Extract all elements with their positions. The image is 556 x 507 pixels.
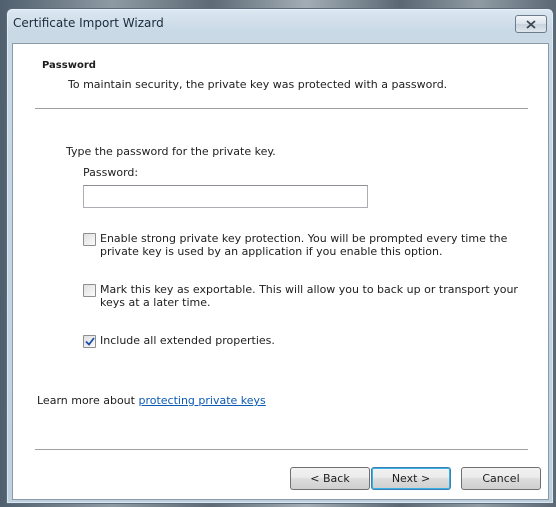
password-label: Password: [83,166,139,179]
check-mark-icon [84,337,95,346]
wizard-header: Password To maintain security, the priva… [13,44,548,108]
exportable-label[interactable]: Mark this key as exportable. This will a… [100,283,540,309]
footer-divider [35,449,528,451]
exportable-checkbox[interactable] [83,284,96,297]
learn-more-text: Learn more about protecting private keys [37,394,266,407]
strong-protection-checkbox[interactable] [83,233,96,246]
page-title: Password [42,60,96,71]
learn-more-prefix: Learn more about [37,394,139,407]
next-button[interactable]: Next > [371,467,451,490]
password-prompt: Type the password for the private key. [66,145,276,158]
close-button[interactable] [515,15,547,33]
extended-properties-label[interactable]: Include all extended properties. [100,334,540,348]
close-icon [526,19,536,29]
extended-properties-checkbox[interactable] [83,335,96,348]
cancel-button[interactable]: Cancel [461,467,541,490]
password-input[interactable] [83,185,368,208]
strong-protection-option[interactable]: Enable strong private key protection. Yo… [83,232,540,258]
header-divider [35,108,528,110]
page-description: To maintain security, the private key wa… [68,78,448,91]
window-title: Certificate Import Wizard [13,16,164,30]
strong-protection-label[interactable]: Enable strong private key protection. Yo… [100,232,540,258]
extended-properties-option[interactable]: Include all extended properties. [83,334,540,348]
exportable-option[interactable]: Mark this key as exportable. This will a… [83,283,540,309]
protecting-private-keys-link[interactable]: protecting private keys [138,394,265,407]
back-button[interactable]: < Back [290,467,370,490]
title-bar[interactable]: Certificate Import Wizard [7,9,553,43]
wizard-client-area: Password To maintain security, the priva… [12,43,549,500]
wizard-window: Certificate Import Wizard Password To ma… [6,8,554,504]
